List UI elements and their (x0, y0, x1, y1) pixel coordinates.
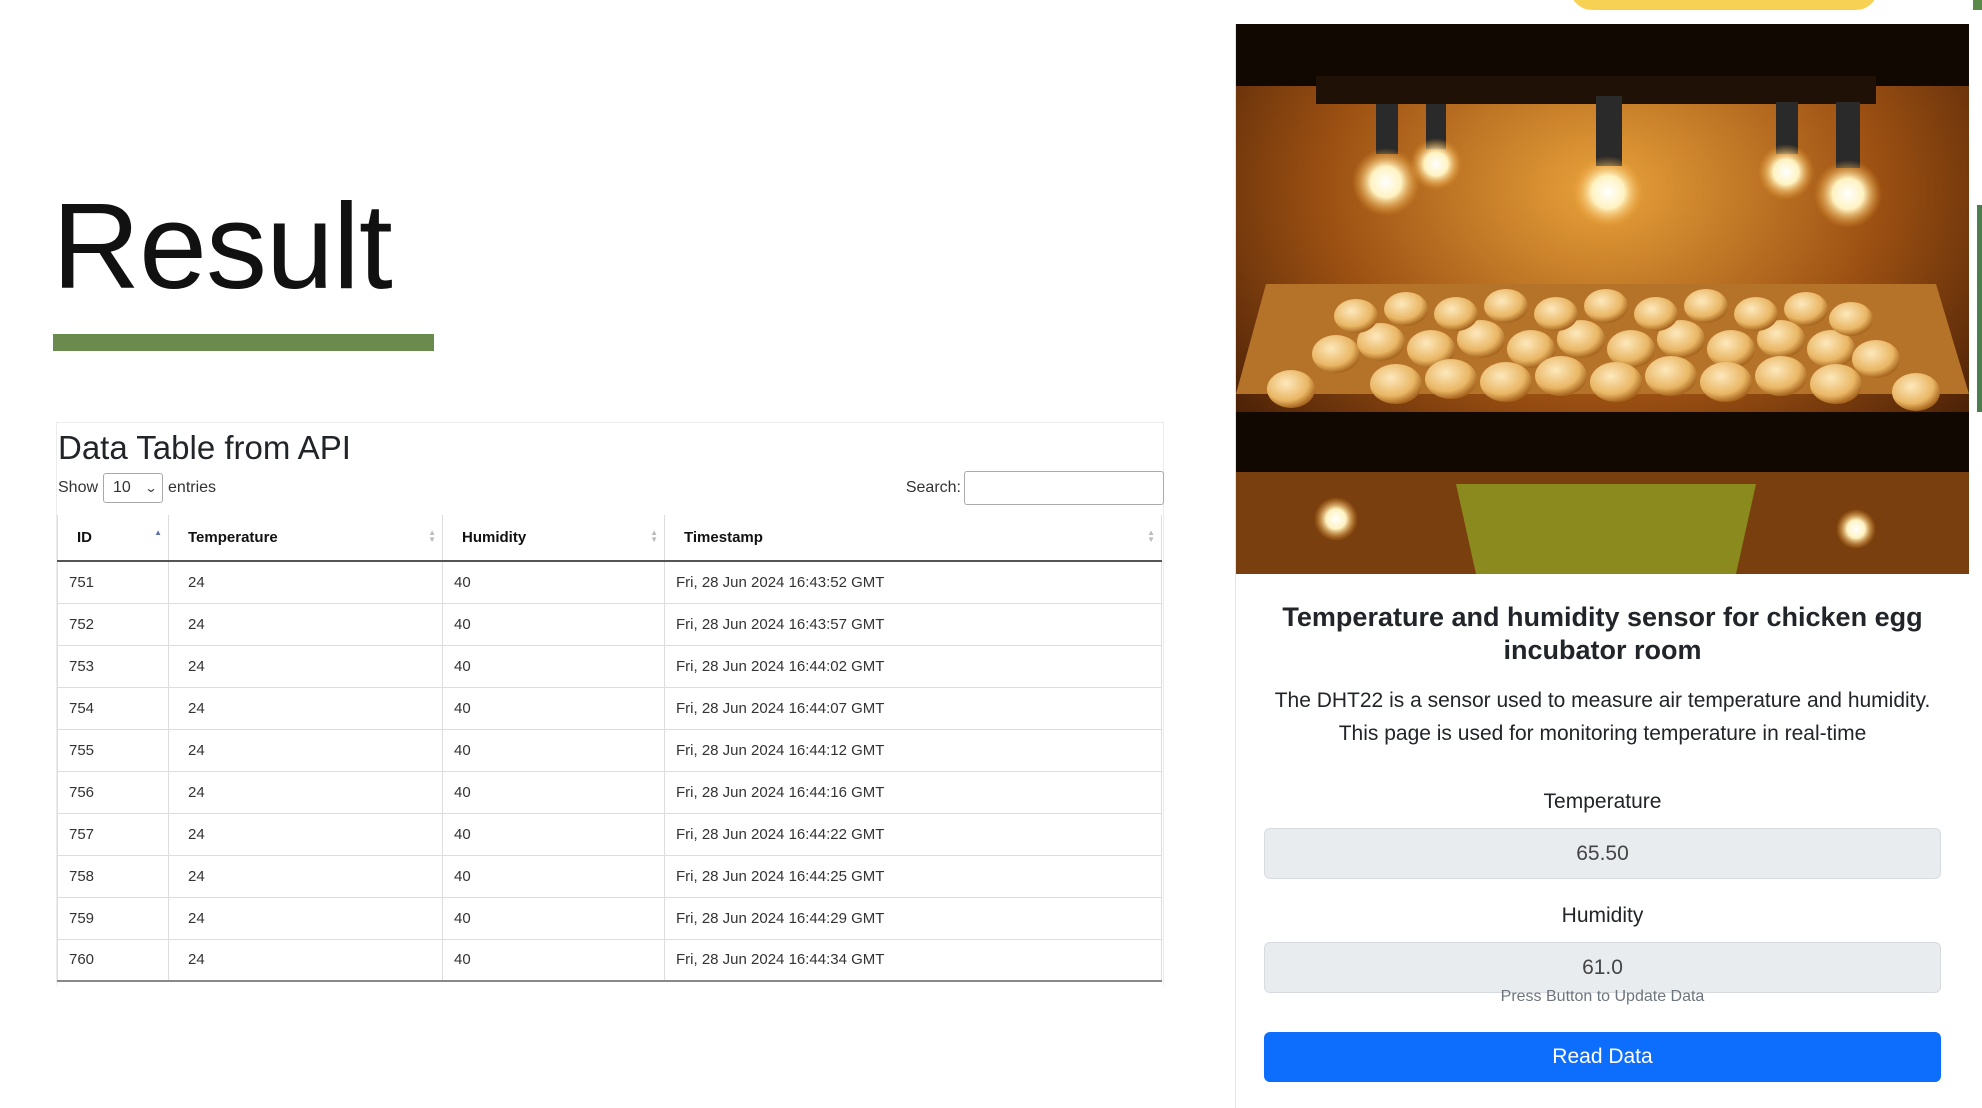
cell-temperature: 24 (168, 561, 443, 604)
cell-id: 757 (57, 813, 169, 856)
card-title: Temperature and humidity sensor for chic… (1282, 602, 1923, 665)
column-header-timestamp[interactable]: Timestamp ▲ ▼ (664, 515, 1162, 562)
cell-humidity: 40 (442, 561, 665, 604)
cell-temperature: 24 (168, 855, 443, 898)
table-row: 755 24 40 Fri, 28 Jun 2024 16:44:12 GMT (57, 729, 1162, 772)
cell-humidity: 40 (442, 603, 665, 646)
incubator-photo (1236, 24, 1969, 574)
cell-timestamp: Fri, 28 Jun 2024 16:44:29 GMT (664, 897, 1162, 940)
table-row: 752 24 40 Fri, 28 Jun 2024 16:43:57 GMT (57, 603, 1162, 646)
page-length-select[interactable]: 10 ⌄ (103, 473, 164, 503)
cell-temperature: 24 (168, 813, 443, 856)
cell-id: 755 (57, 729, 169, 772)
decorative-green-corner (1973, 0, 1982, 10)
cell-timestamp: Fri, 28 Jun 2024 16:44:34 GMT (664, 939, 1162, 982)
cell-timestamp: Fri, 28 Jun 2024 16:44:07 GMT (664, 687, 1162, 730)
chevron-down-icon: ⌄ (144, 481, 158, 495)
sort-both-icon: ▲ ▼ (1147, 528, 1155, 544)
incubator-illustration (1236, 24, 1969, 574)
decorative-yellow-shape (1570, 0, 1878, 10)
temperature-field[interactable]: 65.50 (1264, 828, 1941, 879)
table-row: 757 24 40 Fri, 28 Jun 2024 16:44:22 GMT (57, 813, 1162, 856)
cell-humidity: 40 (442, 897, 665, 940)
table-row: 760 24 40 Fri, 28 Jun 2024 16:44:34 GMT (57, 939, 1162, 982)
cell-humidity: 40 (442, 645, 665, 688)
column-header-temperature[interactable]: Temperature ▲ ▼ (168, 515, 443, 562)
cell-id: 751 (57, 561, 169, 604)
presentation-slide: Result Data Table from API Show 10 ⌄ ent… (0, 0, 1982, 1108)
sensor-card: Temperature and humidity sensor for chic… (1235, 24, 1969, 1108)
column-header-id[interactable]: ID ▲ (57, 515, 169, 562)
cell-id: 753 (57, 645, 169, 688)
table-row: 751 24 40 Fri, 28 Jun 2024 16:43:52 GMT (57, 561, 1162, 604)
cell-timestamp: Fri, 28 Jun 2024 16:43:52 GMT (664, 561, 1162, 604)
column-header-label: Humidity (462, 529, 527, 546)
cell-temperature: 24 (168, 897, 443, 940)
cell-humidity: 40 (442, 771, 665, 814)
column-header-humidity[interactable]: Humidity ▲ ▼ (442, 515, 665, 562)
cell-humidity: 40 (442, 729, 665, 772)
cell-id: 754 (57, 687, 169, 730)
table-header-row: ID ▲ Temperature ▲ ▼ Humidity ▲ ▼ Timestam… (57, 515, 1162, 562)
update-hint: Press Button to Update Data (1500, 988, 1705, 1005)
cell-id: 760 (57, 939, 169, 982)
column-header-label: Temperature (188, 529, 278, 546)
title-accent-bar (53, 334, 434, 351)
sort-both-icon: ▲ ▼ (428, 528, 436, 544)
page-length-value: 10 (113, 479, 131, 496)
column-header-label: ID (77, 529, 92, 546)
slide-title: Result (52, 178, 393, 314)
table-row: 753 24 40 Fri, 28 Jun 2024 16:44:02 GMT (57, 645, 1162, 688)
search-label: Search: (905, 479, 961, 496)
cell-temperature: 24 (168, 939, 443, 982)
cell-humidity: 40 (442, 687, 665, 730)
table-row: 758 24 40 Fri, 28 Jun 2024 16:44:25 GMT (57, 855, 1162, 898)
cell-humidity: 40 (442, 813, 665, 856)
cell-temperature: 24 (168, 645, 443, 688)
data-table-title: Data Table from API (58, 429, 351, 466)
cell-id: 752 (57, 603, 169, 646)
cell-timestamp: Fri, 28 Jun 2024 16:44:02 GMT (664, 645, 1162, 688)
table-row: 756 24 40 Fri, 28 Jun 2024 16:44:16 GMT (57, 771, 1162, 814)
data-table-section: Data Table from API Show 10 ⌄ entries Se… (56, 422, 1164, 985)
table-body: 751 24 40 Fri, 28 Jun 2024 16:43:52 GMT … (57, 561, 1162, 982)
cell-timestamp: Fri, 28 Jun 2024 16:43:57 GMT (664, 603, 1162, 646)
show-label: Show (58, 479, 99, 496)
humidity-field[interactable]: 61.0 (1264, 942, 1941, 993)
temperature-label: Temperature (1543, 790, 1662, 813)
read-data-button[interactable]: Read Data (1264, 1032, 1941, 1082)
cell-temperature: 24 (168, 603, 443, 646)
table-row: 759 24 40 Fri, 28 Jun 2024 16:44:29 GMT (57, 897, 1162, 940)
humidity-label: Humidity (1561, 904, 1644, 927)
cell-temperature: 24 (168, 771, 443, 814)
sort-both-icon: ▲ ▼ (650, 528, 658, 544)
cell-temperature: 24 (168, 687, 443, 730)
cell-timestamp: Fri, 28 Jun 2024 16:44:25 GMT (664, 855, 1162, 898)
cell-humidity: 40 (442, 855, 665, 898)
search-control: Search: (906, 471, 1164, 505)
cell-id: 759 (57, 897, 169, 940)
entries-label: entries (168, 479, 217, 496)
column-header-label: Timestamp (684, 529, 763, 546)
cell-timestamp: Fri, 28 Jun 2024 16:44:12 GMT (664, 729, 1162, 772)
card-description: The DHT22 is a sensor used to measure ai… (1274, 689, 1931, 745)
page-length-control: Show 10 ⌄ entries (58, 473, 216, 503)
table-row: 754 24 40 Fri, 28 Jun 2024 16:44:07 GMT (57, 687, 1162, 730)
decorative-green-stripe (1977, 205, 1982, 412)
cell-timestamp: Fri, 28 Jun 2024 16:44:16 GMT (664, 771, 1162, 814)
cell-id: 758 (57, 855, 169, 898)
cell-id: 756 (57, 771, 169, 814)
cell-humidity: 40 (442, 939, 665, 982)
cell-temperature: 24 (168, 729, 443, 772)
data-table: ID ▲ Temperature ▲ ▼ Humidity ▲ ▼ Timestam… (57, 515, 1162, 982)
cell-timestamp: Fri, 28 Jun 2024 16:44:22 GMT (664, 813, 1162, 856)
search-input[interactable] (964, 471, 1164, 505)
sort-ascending-icon: ▲ (154, 528, 162, 537)
